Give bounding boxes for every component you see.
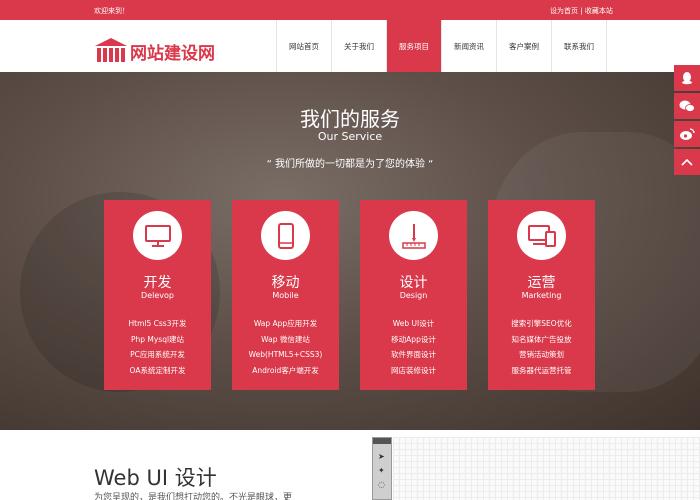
back-to-top-button[interactable] bbox=[674, 149, 700, 175]
nav-news[interactable]: 新闻资讯 bbox=[442, 20, 497, 72]
weibo-button[interactable] bbox=[674, 121, 700, 147]
back-to-top-icon bbox=[681, 158, 693, 166]
nav-services[interactable]: 服务项目 bbox=[387, 20, 442, 72]
web-ui-text: 为您呈现的，是我们想打动您的。不光是眼球，更 bbox=[94, 493, 293, 500]
nav-home[interactable]: 网站首页 bbox=[277, 20, 332, 72]
section-title: 我们的服务 bbox=[300, 107, 400, 131]
card-items: Html5 Css3开发 Php Mysql建站 PC应用系统开发 OA系统定制… bbox=[104, 316, 211, 378]
welcome-text: 欢迎来到！ bbox=[94, 7, 129, 15]
card-icon-circle bbox=[517, 211, 566, 260]
wechat-button[interactable] bbox=[674, 93, 700, 119]
card-item: Web UI设计 bbox=[392, 319, 435, 328]
card-item: PC应用系统开发 bbox=[130, 350, 185, 359]
mobile-icon bbox=[277, 222, 294, 249]
nav-contact[interactable]: 联系我们 bbox=[552, 20, 607, 72]
card-items: Wap App应用开发 Wap 微信建站 Web(HTML5+CSS3) And… bbox=[232, 316, 339, 378]
section-subtitle: Our Service bbox=[317, 130, 383, 143]
card-title: 开发 bbox=[143, 275, 172, 291]
card-items: Web UI设计 移动App设计 软件界面设计 网店装修设计 bbox=[360, 316, 467, 378]
card-item: 服务器代运营托管 bbox=[511, 365, 572, 375]
header: 网站建设网 网站首页 关于我们 服务项目 新闻资讯 客户案例 联系我们 bbox=[0, 20, 700, 72]
main-nav: 网站首页 关于我们 服务项目 新闻资讯 客户案例 联系我们 bbox=[276, 20, 607, 72]
card-title: 移动 bbox=[271, 275, 300, 291]
card-item: Html5 Css3开发 bbox=[128, 319, 187, 328]
card-subtitle: Design bbox=[399, 291, 428, 300]
top-bar: 欢迎来到！ 设为首页 | 收藏本站 bbox=[0, 0, 700, 20]
service-card-design[interactable]: 设计 Design Web UI设计 移动App设计 软件界面设计 网店装修设计 bbox=[360, 200, 467, 390]
lasso-tool-icon: ◌ bbox=[378, 480, 385, 489]
card-subtitle: Delevop bbox=[141, 291, 174, 300]
service-card-develop[interactable]: 开发 Delevop Html5 Css3开发 Php Mysql建站 PC应用… bbox=[104, 200, 211, 390]
card-title: 设计 bbox=[399, 275, 428, 291]
card-icon-circle bbox=[261, 211, 310, 260]
card-title: 运营 bbox=[527, 275, 556, 291]
card-item: 搜索引擎SEO优化 bbox=[511, 319, 572, 328]
nav-cases[interactable]: 客户案例 bbox=[497, 20, 552, 72]
web-ui-title: Web UI 设计 bbox=[94, 466, 217, 490]
monitor-icon bbox=[144, 224, 171, 247]
card-item: Web(HTML5+CSS3) bbox=[248, 350, 323, 359]
qq-icon bbox=[682, 72, 692, 85]
design-grid-image bbox=[393, 437, 700, 500]
top-links: 设为首页 | 收藏本站 bbox=[550, 6, 613, 16]
card-items: 搜索引擎SEO优化 知名媒体广告投放 营销活动策划 服务器代运营托管 bbox=[488, 316, 595, 378]
qq-button[interactable] bbox=[674, 65, 700, 91]
link-separator: | bbox=[580, 7, 583, 15]
floating-sidebar bbox=[674, 65, 700, 177]
card-icon-circle bbox=[389, 211, 438, 260]
card-item: 营销活动策划 bbox=[519, 350, 564, 359]
service-card-marketing[interactable]: 运营 Marketing 搜索引擎SEO优化 知名媒体广告投放 营销活动策划 服… bbox=[488, 200, 595, 390]
direct-select-tool-icon: ✦ bbox=[378, 466, 385, 475]
card-item: Php Mysql建站 bbox=[130, 334, 185, 344]
selection-tool-icon: ➤ bbox=[378, 452, 385, 461]
logo[interactable]: 网站建设网 bbox=[94, 37, 234, 64]
devices-icon bbox=[527, 224, 556, 247]
logo-text: 网站建设网 bbox=[130, 44, 215, 64]
wechat-icon bbox=[679, 100, 695, 112]
tool-panel-header bbox=[373, 438, 391, 444]
card-item: 软件界面设计 bbox=[391, 350, 436, 359]
card-item: 网店装修设计 bbox=[391, 365, 436, 375]
card-subtitle: Marketing bbox=[521, 291, 562, 300]
design-tool-panel-image: ➤ ✦ ◌ bbox=[372, 437, 392, 500]
card-item: Wap 微信建站 bbox=[261, 334, 310, 344]
logo-building-icon bbox=[95, 38, 127, 62]
card-item: OA系统定制开发 bbox=[129, 365, 186, 375]
nav-about[interactable]: 关于我们 bbox=[332, 20, 387, 72]
set-home-link[interactable]: 设为首页 bbox=[550, 7, 578, 15]
card-item: 移动App设计 bbox=[391, 334, 436, 344]
bookmark-link[interactable]: 收藏本站 bbox=[585, 7, 613, 15]
weibo-icon bbox=[680, 128, 695, 140]
card-icon-circle bbox=[133, 211, 182, 260]
card-item: 知名媒体广告投放 bbox=[511, 334, 572, 344]
service-card-mobile[interactable]: 移动 Mobile Wap App应用开发 Wap 微信建站 Web(HTML5… bbox=[232, 200, 339, 390]
design-ruler-icon bbox=[401, 223, 426, 249]
section-slogan: “ 我们所做的一切都是为了您的体验 “ bbox=[266, 159, 434, 170]
card-subtitle: Mobile bbox=[272, 291, 299, 300]
card-item: Android客户端开发 bbox=[252, 365, 319, 375]
card-item: Wap App应用开发 bbox=[253, 319, 318, 328]
